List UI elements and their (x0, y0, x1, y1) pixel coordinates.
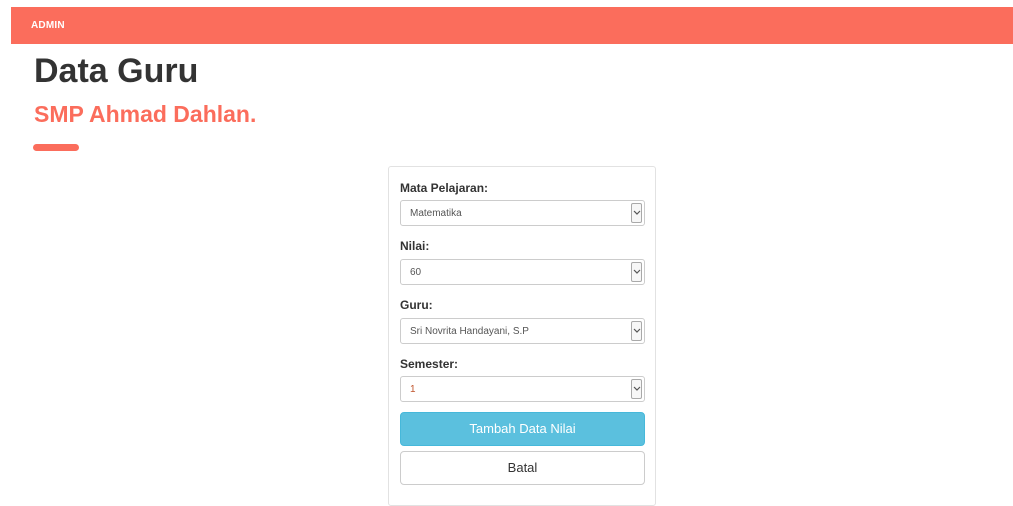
top-navbar: ADMIN (11, 7, 1013, 44)
batal-button[interactable]: Batal (400, 451, 645, 485)
semester-select[interactable]: 1 (400, 376, 645, 402)
mata-pelajaran-select[interactable]: Matematika (400, 200, 645, 226)
page-title: Data Guru (34, 52, 199, 90)
page-subtitle: SMP Ahmad Dahlan. (34, 101, 257, 127)
nilai-select[interactable]: 60 (400, 259, 645, 285)
brand-link[interactable]: ADMIN (31, 20, 65, 31)
mata-pelajaran-label: Mata Pelajaran: (400, 181, 489, 195)
semester-value: 1 (410, 384, 416, 395)
mata-pelajaran-value: Matematika (410, 208, 462, 219)
add-grade-form: Mata Pelajaran: Matematika Nilai: 60 Gur… (388, 166, 656, 506)
chevron-down-icon[interactable] (631, 203, 642, 223)
guru-value: Sri Novrita Handayani, S.P (410, 326, 529, 337)
guru-label: Guru: (400, 298, 433, 312)
semester-label: Semester: (400, 357, 459, 371)
chevron-down-icon[interactable] (631, 379, 642, 399)
chevron-down-icon[interactable] (631, 262, 642, 282)
title-accent-divider (33, 144, 79, 151)
nilai-label: Nilai: (400, 239, 430, 253)
nilai-value: 60 (410, 267, 422, 278)
guru-select[interactable]: Sri Novrita Handayani, S.P (400, 318, 645, 344)
chevron-down-icon[interactable] (631, 321, 642, 341)
tambah-data-nilai-button[interactable]: Tambah Data Nilai (400, 412, 645, 446)
